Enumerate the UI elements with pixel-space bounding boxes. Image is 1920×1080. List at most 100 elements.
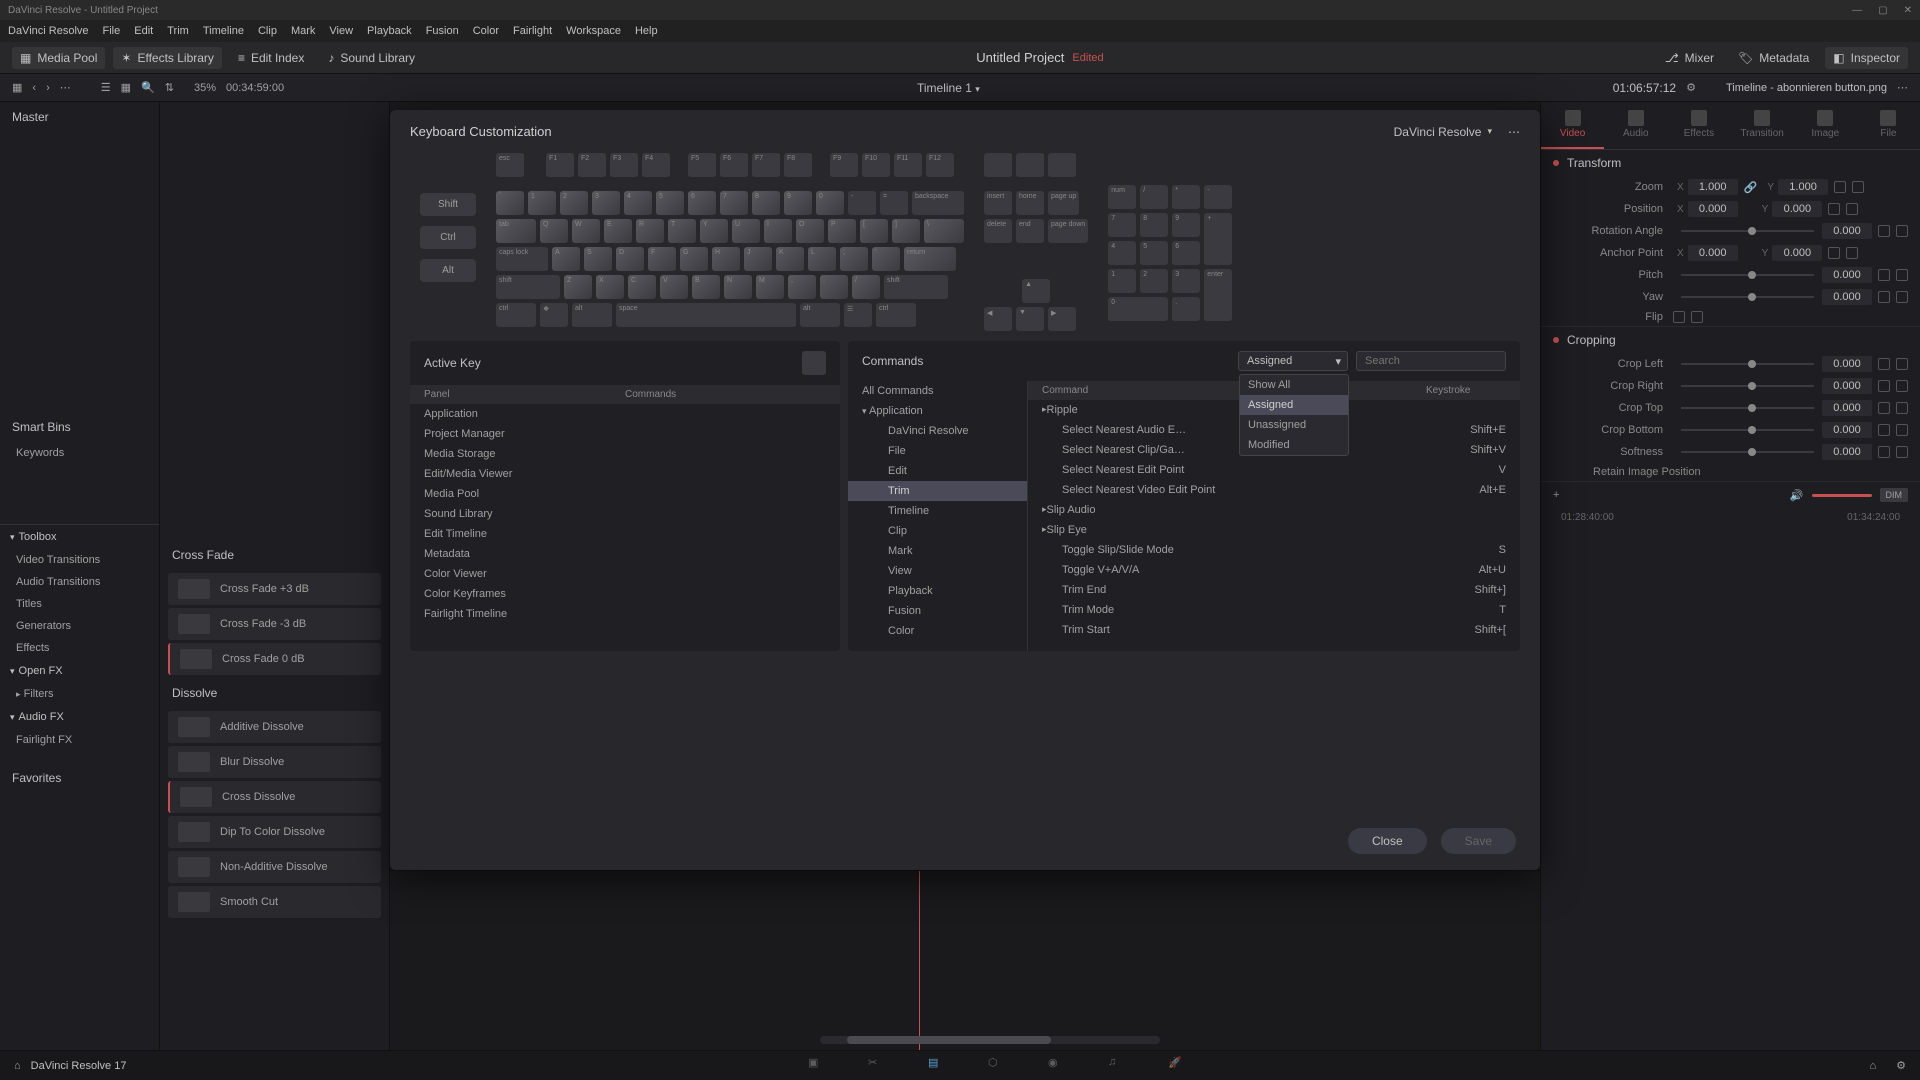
key-numpad-2[interactable]: 2 [1140,269,1168,293]
key-pgdn[interactable]: page down [1048,219,1088,243]
key-home[interactable]: home [1016,191,1044,215]
key-x[interactable]: X [596,275,624,299]
volume-icon[interactable]: 🔊 [1790,489,1804,502]
crop-left-input[interactable]: 0.000 [1822,356,1872,372]
yaw-input[interactable]: 0.000 [1822,289,1872,305]
key-3[interactable]: 3 [592,191,620,215]
key-backspace[interactable]: backspace [912,191,964,215]
page-color[interactable]: ◉ [1048,1056,1068,1076]
key-tab[interactable]: tab [496,219,536,243]
key-i[interactable]: I [764,219,792,243]
page-cut[interactable]: ✂ [868,1056,888,1076]
key-z[interactable]: Z [564,275,592,299]
panel-metadata[interactable]: Metadata [410,544,840,564]
preset-dropdown[interactable]: DaVinci Resolve▾ ⋯ [1394,125,1520,139]
cmd-select-edit[interactable]: Select Nearest Edit PointV [1028,460,1520,480]
key-8[interactable]: 8 [752,191,780,215]
reset-icon[interactable] [1846,203,1858,215]
crossfade-minus3[interactable]: Cross Fade -3 dB [168,608,381,640]
additive-dissolve[interactable]: Additive Dissolve [168,711,381,743]
panel-edit-timeline[interactable]: Edit Timeline [410,524,840,544]
key-f7[interactable]: F7 [752,153,780,177]
panel-project-manager[interactable]: Project Manager [410,424,840,444]
keyframe-icon[interactable] [1878,225,1890,237]
menu-edit[interactable]: Edit [134,25,153,37]
key-period[interactable]: . [820,275,848,299]
flip-h-icon[interactable] [1673,311,1685,323]
key-left[interactable]: ◀ [984,307,1012,331]
more-icon[interactable]: ⋯ [1508,125,1520,139]
key-pgup[interactable]: page up [1048,191,1079,215]
crop-left-slider[interactable] [1681,363,1814,365]
dim-button[interactable]: DIM [1880,488,1909,502]
tree-color[interactable]: Color [848,621,1027,641]
tab-file[interactable]: File [1857,102,1920,149]
menu-timeline[interactable]: Timeline [203,25,244,37]
key-b[interactable]: B [692,275,720,299]
filter-modified[interactable]: Modified [1240,435,1348,455]
reset-icon[interactable] [1896,225,1908,237]
key-7[interactable]: 7 [720,191,748,215]
settings-icon[interactable]: ⚙ [1686,81,1696,94]
key-d[interactable]: D [616,247,644,271]
keyframe-icon[interactable] [1828,203,1840,215]
keywords-item[interactable]: Keywords [0,442,159,464]
key-f[interactable]: F [648,247,676,271]
flip-v-icon[interactable] [1691,311,1703,323]
softness-input[interactable]: 0.000 [1822,444,1872,460]
key-y[interactable]: Y [700,219,728,243]
panel-edit-media-viewer[interactable]: Edit/Media Viewer [410,464,840,484]
key-esc[interactable]: esc [496,153,524,177]
link-icon[interactable]: 🔗 [1744,181,1758,194]
shift-modifier[interactable]: Shift [420,193,476,216]
key-f12[interactable]: F12 [926,153,954,177]
menu-workspace[interactable]: Workspace [566,25,621,37]
tree-edit[interactable]: Edit [848,461,1027,481]
pitch-input[interactable]: 0.000 [1822,267,1872,283]
reset-icon[interactable] [1896,380,1908,392]
keyframe-icon[interactable] [1878,269,1890,281]
crop-top-input[interactable]: 0.000 [1822,400,1872,416]
key-return[interactable]: return [904,247,956,271]
home-nav-icon[interactable]: ⌂ [1869,1060,1876,1072]
cmd-trim-end[interactable]: Trim EndShift+] [1028,580,1520,600]
key-s[interactable]: S [584,247,612,271]
anchor-y-input[interactable]: 0.000 [1772,245,1822,261]
key-k[interactable]: K [776,247,804,271]
softness-slider[interactable] [1681,451,1814,453]
menu-help[interactable]: Help [635,25,658,37]
maximize-icon[interactable]: ▢ [1878,5,1887,16]
page-media[interactable]: ▣ [808,1056,828,1076]
key-end[interactable]: end [1016,219,1044,243]
filter-unassigned[interactable]: Unassigned [1240,415,1348,435]
reset-icon[interactable] [1896,424,1908,436]
smooth-cut[interactable]: Smooth Cut [168,886,381,918]
key-0[interactable]: 0 [816,191,844,215]
close-icon[interactable]: ✕ [1904,5,1912,16]
menu-fusion[interactable]: Fusion [426,25,459,37]
key-c[interactable]: C [628,275,656,299]
crop-bottom-input[interactable]: 0.000 [1822,422,1872,438]
search-input[interactable] [1356,351,1506,371]
menu-mark[interactable]: Mark [291,25,315,37]
tree-file[interactable]: File [848,441,1027,461]
timeline-scrollbar[interactable] [820,1036,1160,1044]
key-alt-r[interactable]: alt [800,303,840,327]
reset-icon[interactable] [1896,446,1908,458]
tree-fusion[interactable]: Fusion [848,601,1027,621]
key-numlock[interactable]: num [1108,185,1136,209]
crossfade-0[interactable]: Cross Fade 0 dB [168,643,381,675]
reset-icon[interactable] [1896,402,1908,414]
cmd-toggle-slip[interactable]: Toggle Slip/Slide ModeS [1028,540,1520,560]
tree-view[interactable]: View [848,561,1027,581]
menu-trim[interactable]: Trim [167,25,189,37]
tab-transition[interactable]: Transition [1731,102,1794,149]
key-f3[interactable]: F3 [610,153,638,177]
video-transitions[interactable]: Video Transitions [0,549,159,571]
key-numpad-1[interactable]: 1 [1108,269,1136,293]
key-f2[interactable]: F2 [578,153,606,177]
master-label[interactable]: Master [0,102,159,132]
cmd-slip-audio[interactable]: ▸ Slip Audio [1028,500,1520,520]
nav-next-icon[interactable]: › [46,82,50,94]
keyframe-icon[interactable] [1878,424,1890,436]
